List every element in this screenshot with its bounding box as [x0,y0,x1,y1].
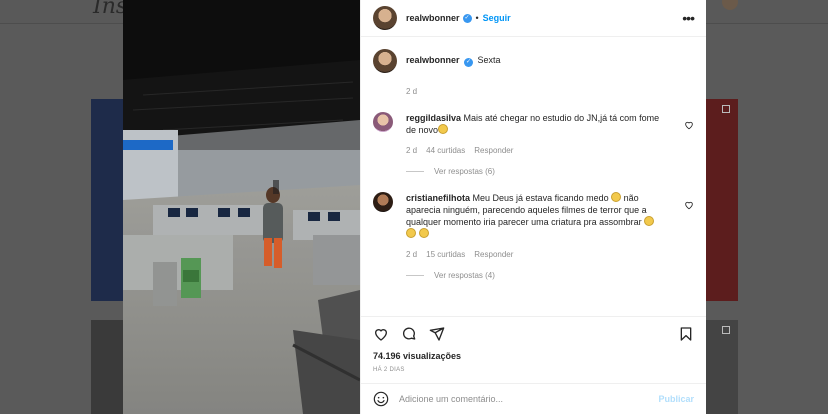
comment-item: reggildasilva Mais até chegar no estudio… [373,112,694,155]
laughing-emoji-icon [611,192,622,202]
feed-tile [91,320,125,414]
comment-meta: 2 d 15 curtidas Responder [406,250,668,259]
comment-text: reggildasilva Mais até chegar no estudio… [406,112,668,136]
laughing-emoji-icon [438,124,449,134]
newsroom-video-frame [123,0,360,414]
follow-button[interactable]: Seguir [483,13,511,23]
commenter-avatar[interactable] [373,192,393,212]
laughing-emoji-icon [644,216,655,226]
share-send-icon[interactable] [429,326,445,342]
publish-button[interactable]: Publicar [658,394,694,404]
post-video[interactable] [123,0,360,414]
commenter-username[interactable]: cristianefilhota [406,193,470,203]
caption-body: Sexta [477,55,501,65]
more-options-icon[interactable]: ••• [682,10,695,26]
view-replies-label: Ver respostas (6) [434,167,495,176]
reply-button[interactable]: Responder [474,146,513,155]
commenter-username[interactable]: reggildasilva [406,113,461,123]
comment-meta: 2 d 44 curtidas Responder [406,146,668,155]
comments-list[interactable]: realwbonner ✓ Sexta 2 d reggildasilva Ma… [361,37,706,316]
add-comment-bar: Publicar [361,383,706,414]
separator-dot: • [475,13,479,23]
caption-timestamp: 2 d [406,87,418,96]
view-replies-button[interactable]: Ver respostas (6) [406,167,694,176]
post-actions-bar [361,316,706,350]
caption-text: realwbonner ✓ Sexta [406,49,501,73]
comment-likes[interactable]: 44 curtidas [426,146,465,155]
like-heart-icon[interactable] [373,326,389,342]
author-avatar[interactable] [373,6,397,30]
view-replies-button[interactable]: Ver respostas (4) [406,271,694,280]
post-details-panel: realwbonner ✓ • Seguir ••• realwbonner ✓… [360,0,706,414]
feed-tile [705,320,738,414]
post-header: realwbonner ✓ • Seguir ••• [361,0,706,37]
replies-line [406,171,424,172]
comment-text: cristianefilhota Meu Deus já estava fica… [406,192,668,240]
like-comment-heart-icon[interactable] [684,120,694,130]
post-date: HÁ 2 DIAS [373,367,405,373]
author-avatar[interactable] [373,49,397,73]
author-username[interactable]: realwbonner [406,13,460,23]
post-caption: realwbonner ✓ Sexta [373,49,694,73]
video-icon [722,326,730,334]
comment-input[interactable] [399,394,659,404]
emoji-smile-icon[interactable] [373,391,389,407]
comment-time: 2 d [406,146,418,155]
comment-body: Meu Deus já estava ficando medo [472,193,609,203]
comment-bubble-icon[interactable] [401,326,417,342]
reply-button[interactable]: Responder [474,250,513,259]
comment-item: cristianefilhota Meu Deus já estava fica… [373,192,694,259]
view-replies-label: Ver respostas (4) [434,271,495,280]
caption-username[interactable]: realwbonner [406,55,460,65]
laughing-emoji-icon [418,228,429,238]
comment-time: 2 d [406,250,418,259]
view-count[interactable]: 74.196 visualizações [361,351,706,361]
feed-tile [91,99,125,301]
commenter-avatar[interactable] [373,112,393,132]
like-comment-heart-icon[interactable] [684,200,694,210]
save-bookmark-icon[interactable] [678,326,694,342]
post-modal: realwbonner ✓ • Seguir ••• realwbonner ✓… [123,0,706,414]
replies-line [406,275,424,276]
feed-tile [705,99,738,301]
verified-badge-icon: ✓ [462,13,472,23]
video-icon [722,105,730,113]
laughing-emoji-icon [406,228,416,238]
verified-badge-icon: ✓ [464,58,474,67]
comment-likes[interactable]: 15 curtidas [426,250,465,259]
profile-avatar-bg [722,0,738,10]
